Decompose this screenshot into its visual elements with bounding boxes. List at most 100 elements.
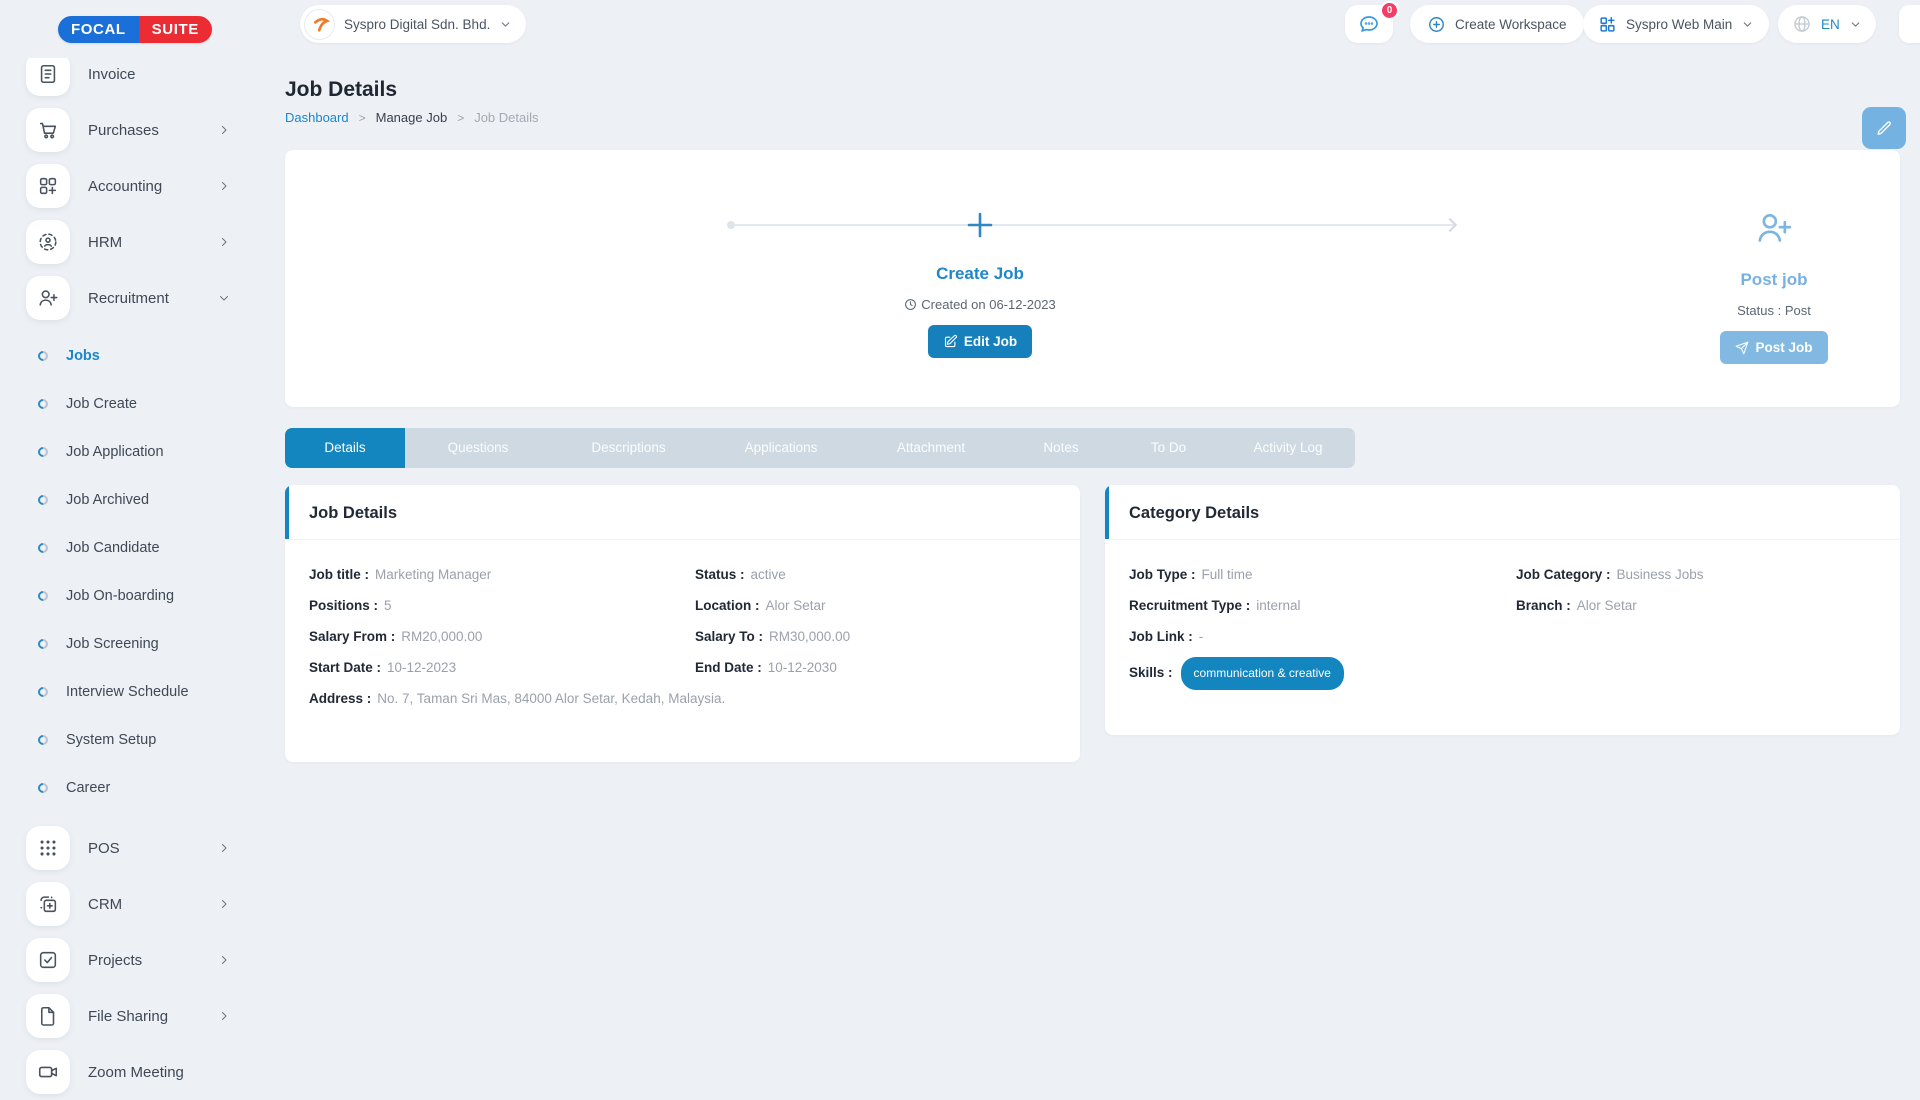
sidebar-item-interview-schedule[interactable]: Interview Schedule bbox=[0, 668, 260, 716]
field-start-date: Start Date :10-12-2023 bbox=[309, 657, 695, 678]
workspace-selector[interactable]: Syspro Digital Sdn. Bhd. bbox=[300, 5, 526, 43]
bullet-icon bbox=[36, 637, 50, 651]
invoice-icon bbox=[26, 52, 70, 96]
sidebar-item-purchases[interactable]: Purchases bbox=[0, 102, 260, 158]
bullet-icon bbox=[36, 445, 50, 459]
focal-suite-logo[interactable]: FOCAL SUITE bbox=[58, 16, 212, 43]
sidebar-item-recruitment[interactable]: Recruitment bbox=[0, 270, 260, 326]
tab-todo[interactable]: To Do bbox=[1116, 428, 1221, 468]
clipped-button[interactable] bbox=[1899, 5, 1920, 43]
tab-attachment[interactable]: Attachment bbox=[856, 428, 1006, 468]
chat-bubble-icon bbox=[1357, 12, 1381, 36]
chevron-right-icon bbox=[218, 180, 230, 192]
sidebar-item-job-archived[interactable]: Job Archived bbox=[0, 476, 260, 524]
person-plus-icon bbox=[1754, 208, 1794, 248]
sidebar-item-pos[interactable]: POS bbox=[0, 820, 260, 876]
field-positions: Positions :5 bbox=[309, 595, 695, 616]
sidebar-item-file-sharing[interactable]: File Sharing bbox=[0, 988, 260, 1044]
sidebar-item-projects[interactable]: Projects bbox=[0, 932, 260, 988]
sidebar-item-system-setup[interactable]: System Setup bbox=[0, 716, 260, 764]
sidebar-item-job-onboarding[interactable]: Job On-boarding bbox=[0, 572, 260, 620]
tab-activity-log[interactable]: Activity Log bbox=[1221, 428, 1355, 468]
sidebar-item-career[interactable]: Career bbox=[0, 764, 260, 812]
job-details-card: Job Details Job title :Marketing Manager… bbox=[285, 485, 1080, 762]
field-job-category: Job Category :Business Jobs bbox=[1516, 564, 1876, 585]
bullet-icon bbox=[36, 589, 50, 603]
file-icon bbox=[26, 994, 70, 1038]
sidebar-item-zoom-meeting[interactable]: Zoom Meeting bbox=[0, 1044, 260, 1100]
chevron-right-icon bbox=[218, 954, 230, 966]
tab-notes[interactable]: Notes bbox=[1006, 428, 1116, 468]
language-selector[interactable]: EN bbox=[1778, 5, 1876, 43]
field-skills: Skills :communication & creative bbox=[1129, 657, 1876, 690]
logo-focal: FOCAL bbox=[58, 16, 139, 43]
sidebar-item-label: Zoom Meeting bbox=[88, 1064, 184, 1081]
brand-header: FOCAL SUITE bbox=[0, 0, 260, 58]
breadcrumb-current: Job Details bbox=[474, 110, 538, 125]
breadcrumb-manage-job[interactable]: Manage Job bbox=[376, 110, 448, 125]
bullet-icon bbox=[36, 397, 50, 411]
field-job-link: Job Link :- bbox=[1129, 626, 1876, 647]
post-job-title: Post job bbox=[1740, 270, 1807, 290]
sidebar-item-job-application[interactable]: Job Application bbox=[0, 428, 260, 476]
tab-details[interactable]: Details bbox=[285, 428, 405, 468]
video-camera-icon bbox=[26, 1050, 70, 1094]
sidebar-item-accounting[interactable]: Accounting bbox=[0, 158, 260, 214]
post-job-status: Status : Post bbox=[1737, 303, 1811, 318]
field-address: Address :No. 7, Taman Sri Mas, 84000 Alo… bbox=[309, 688, 1056, 709]
pencil-icon bbox=[1876, 120, 1893, 137]
sidebar-item-job-screening[interactable]: Job Screening bbox=[0, 620, 260, 668]
sidebar-item-job-candidate[interactable]: Job Candidate bbox=[0, 524, 260, 572]
sidebar-item-job-create[interactable]: Job Create bbox=[0, 380, 260, 428]
field-branch: Branch :Alor Setar bbox=[1516, 595, 1876, 616]
breadcrumb-separator: > bbox=[457, 111, 464, 125]
chevron-down-icon bbox=[218, 292, 230, 304]
tab-applications[interactable]: Applications bbox=[706, 428, 856, 468]
field-location: Location :Alor Setar bbox=[695, 595, 1056, 616]
messages-button[interactable]: 0 bbox=[1345, 5, 1393, 43]
breadcrumb-separator: > bbox=[359, 111, 366, 125]
recruitment-submenu: Jobs Job Create Job Application Job Arch… bbox=[0, 332, 260, 812]
sidebar-item-crm[interactable]: CRM bbox=[0, 876, 260, 932]
pos-grid-icon bbox=[26, 826, 70, 870]
workspace-menu-selector[interactable]: Syspro Web Main bbox=[1583, 5, 1769, 43]
sidebar-item-label: Recruitment bbox=[88, 290, 169, 307]
sidebar-item-hrm[interactable]: HRM bbox=[0, 214, 260, 270]
workspace-menu-label: Syspro Web Main bbox=[1626, 17, 1732, 32]
chevron-right-icon bbox=[218, 124, 230, 136]
edit-job-button[interactable]: Edit Job bbox=[928, 325, 1032, 358]
tab-questions[interactable]: Questions bbox=[405, 428, 551, 468]
field-recruitment-type: Recruitment Type :internal bbox=[1129, 595, 1516, 616]
tab-descriptions[interactable]: Descriptions bbox=[551, 428, 706, 468]
sidebar-item-label: Invoice bbox=[88, 66, 136, 83]
clock-icon bbox=[904, 298, 917, 311]
pencil-square-icon bbox=[943, 334, 958, 349]
sidebar-item-jobs[interactable]: Jobs bbox=[0, 332, 260, 380]
workflow-step-post-job: Post job Status : Post Post Job bbox=[1624, 150, 1920, 364]
edit-page-button[interactable] bbox=[1862, 107, 1906, 149]
chevron-right-icon bbox=[218, 1010, 230, 1022]
job-workflow-card: Create Job Created on 06-12-2023 Edit Jo… bbox=[285, 150, 1900, 407]
post-job-button[interactable]: Post Job bbox=[1720, 331, 1827, 364]
sidebar-item-label: POS bbox=[88, 840, 120, 857]
crm-icon bbox=[26, 882, 70, 926]
bullet-icon bbox=[36, 781, 50, 795]
job-details-fields: Job title :Marketing Manager Status :act… bbox=[285, 540, 1080, 735]
accounting-icon bbox=[26, 164, 70, 208]
bullet-icon bbox=[36, 493, 50, 507]
bullet-icon bbox=[36, 733, 50, 747]
breadcrumb-dashboard[interactable]: Dashboard bbox=[285, 110, 349, 125]
chevron-down-icon bbox=[1741, 18, 1754, 31]
grid-plus-icon bbox=[1598, 15, 1617, 34]
category-details-card: Category Details Job Type :Full time Job… bbox=[1105, 485, 1900, 735]
create-workspace-button[interactable]: Create Workspace bbox=[1410, 5, 1584, 43]
field-job-title: Job title :Marketing Manager bbox=[309, 564, 695, 585]
chevron-down-icon bbox=[499, 18, 512, 31]
bullet-icon bbox=[36, 541, 50, 555]
sidebar-item-label: Projects bbox=[88, 952, 142, 969]
sidebar-item-label: File Sharing bbox=[88, 1008, 168, 1025]
job-tabs: Details Questions Descriptions Applicati… bbox=[285, 428, 1355, 468]
field-job-type: Job Type :Full time bbox=[1129, 564, 1516, 585]
page-title: Job Details bbox=[285, 78, 397, 102]
field-status: Status :active bbox=[695, 564, 1056, 585]
